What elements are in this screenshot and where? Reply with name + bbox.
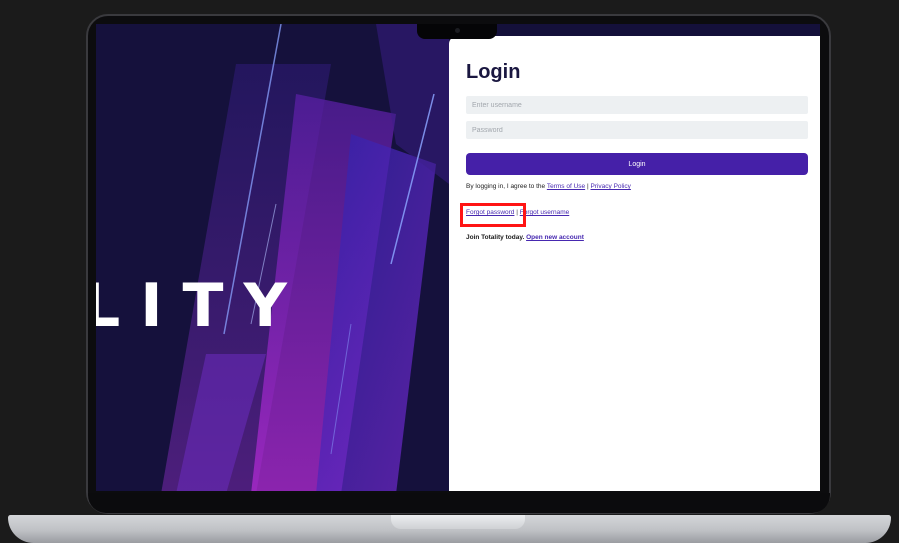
highlight-box: [460, 203, 526, 227]
hero-artwork: LITY: [96, 24, 449, 491]
privacy-policy-link[interactable]: Privacy Policy: [590, 183, 630, 190]
laptop-screen: LITY Login Login By logging in, I agree …: [96, 24, 820, 491]
terms-notice: By logging in, I agree to the Terms of U…: [466, 183, 631, 190]
forgot-username-link[interactable]: Forgot username: [520, 209, 570, 216]
terms-separator: |: [586, 183, 589, 190]
login-panel: Login Login By logging in, I agree to th…: [449, 36, 820, 491]
hero-background-graphic: [96, 24, 449, 491]
join-text: Join Totality today.: [466, 234, 525, 241]
brand-wordmark: LITY: [96, 271, 307, 341]
screen-bottom-bezel: [88, 493, 830, 513]
open-new-account-link[interactable]: Open new account: [526, 234, 584, 241]
terms-prefix-text: By logging in, I agree to the: [466, 183, 546, 190]
login-button[interactable]: Login: [466, 153, 808, 175]
join-prompt: Join Totality today. Open new account: [466, 234, 584, 241]
login-title: Login: [466, 61, 521, 83]
password-input[interactable]: [466, 121, 808, 139]
username-input[interactable]: [466, 96, 808, 114]
terms-of-use-link[interactable]: Terms of Use: [547, 183, 585, 190]
camera-icon: [455, 28, 460, 33]
laptop-base-notch: [391, 515, 525, 529]
camera-notch: [417, 24, 497, 39]
